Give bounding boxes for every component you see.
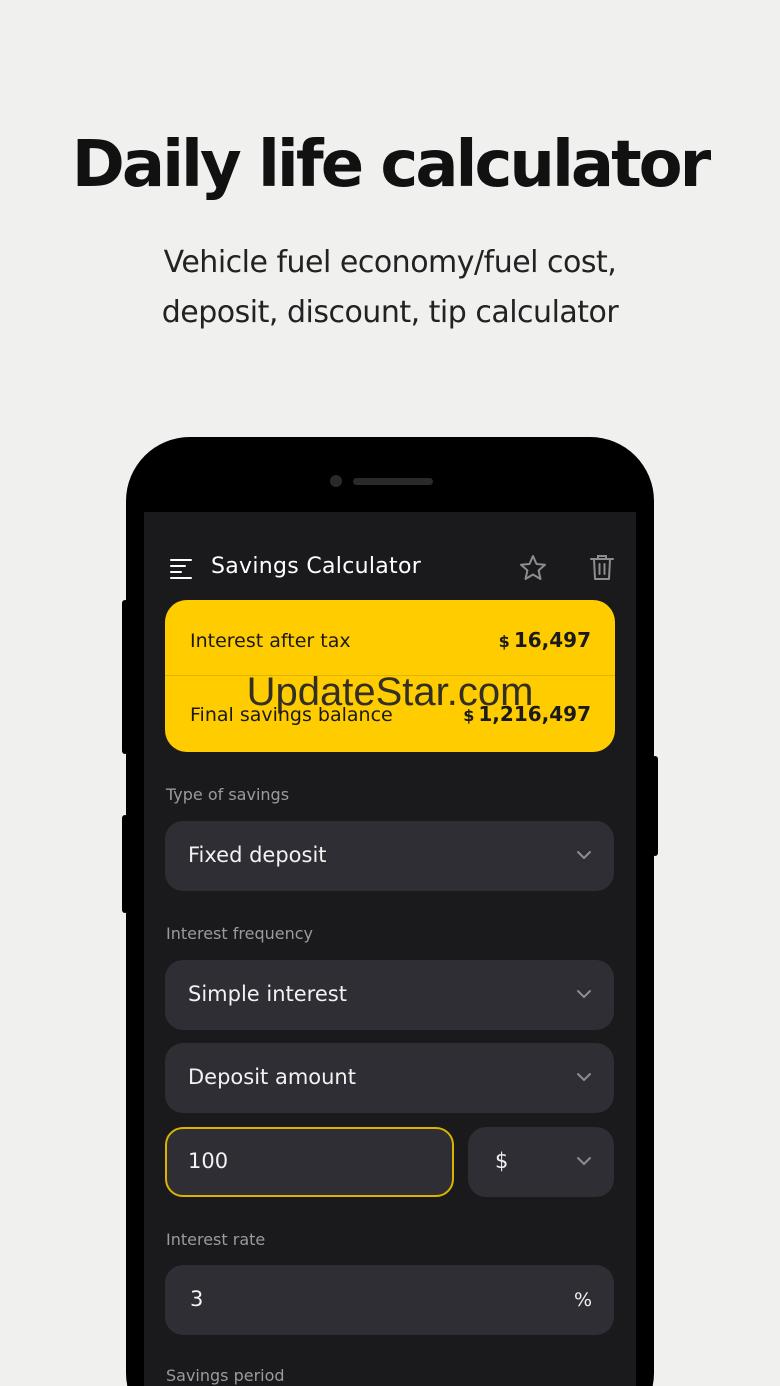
app-screen: Savings Calculator Interest after tax $1…: [144, 512, 636, 1386]
currency-select[interactable]: $: [468, 1127, 614, 1197]
type-of-savings-select[interactable]: Fixed deposit: [165, 821, 614, 891]
trash-icon[interactable]: [588, 552, 616, 582]
phone-camera: [330, 475, 342, 487]
amount-mode-value: Deposit amount: [188, 1065, 356, 1089]
star-icon[interactable]: [518, 553, 548, 583]
interest-frequency-select[interactable]: Simple interest: [165, 960, 614, 1030]
interest-rate-input[interactable]: 3 %: [165, 1265, 614, 1335]
currency-value: $: [495, 1149, 509, 1173]
phone-speaker: [353, 478, 433, 485]
chevron-down-icon: [577, 1157, 591, 1165]
type-of-savings-label: Type of savings: [166, 785, 290, 804]
promo-subline-2: deposit, discount, tip calculator: [161, 295, 619, 330]
interest-label: Interest after tax: [190, 630, 351, 652]
app-bar: Savings Calculator: [144, 548, 636, 588]
chevron-down-icon: [577, 1073, 591, 1081]
interest-rate-value: 3: [190, 1287, 204, 1311]
menu-icon[interactable]: [170, 556, 194, 580]
interest-frequency-value: Simple interest: [188, 982, 347, 1006]
phone-side-button: [122, 815, 128, 913]
app-title: Savings Calculator: [211, 554, 422, 579]
phone-side-button: [652, 756, 658, 856]
watermark: UpdateStar.com: [246, 670, 534, 714]
savings-period-label: Savings period: [166, 1366, 285, 1385]
deposit-amount-input[interactable]: 100: [165, 1127, 454, 1197]
chevron-down-icon: [577, 851, 591, 859]
promo-headline: Daily life calculator: [71, 128, 711, 202]
interest-rate-unit: %: [573, 1289, 592, 1311]
type-of-savings-value: Fixed deposit: [188, 843, 327, 867]
interest-currency: $: [498, 632, 510, 651]
chevron-down-icon: [577, 990, 591, 998]
interest-frequency-label: Interest frequency: [166, 924, 313, 943]
interest-value: $16,497: [499, 628, 591, 652]
interest-amount: 16,497: [513, 628, 591, 652]
deposit-amount-value: 100: [188, 1149, 229, 1173]
interest-rate-label: Interest rate: [166, 1230, 266, 1249]
promo-subline: Vehicle fuel economy/fuel cost, deposit,…: [0, 238, 780, 338]
amount-mode-select[interactable]: Deposit amount: [165, 1043, 614, 1113]
result-row-interest: Interest after tax $16,497: [165, 600, 615, 676]
promo-subline-1: Vehicle fuel economy/fuel cost,: [163, 245, 617, 280]
